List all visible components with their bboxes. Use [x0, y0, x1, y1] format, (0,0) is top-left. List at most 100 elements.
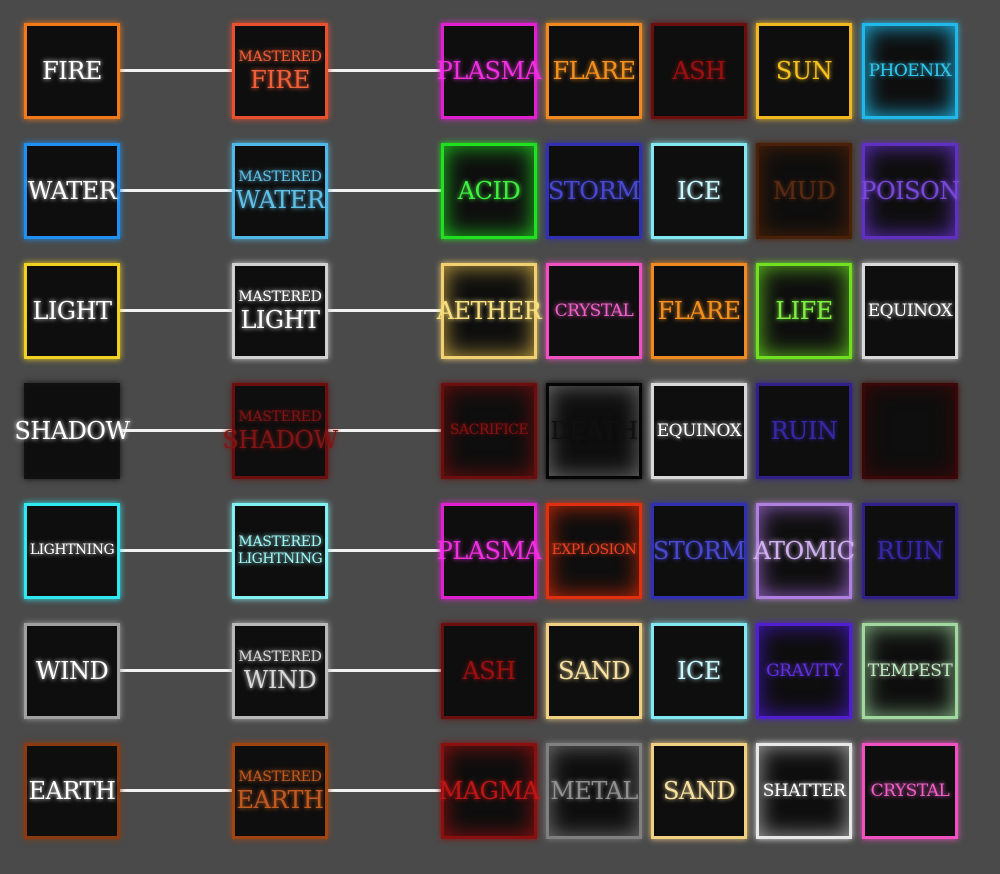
element-label: GRAVITY [766, 660, 842, 681]
connector-line [120, 69, 232, 72]
combo-element-storm: STORM [651, 503, 747, 599]
combo-element-equinox: EQUINOX [862, 263, 958, 359]
element-label: ASH [672, 56, 726, 85]
element-label: LIGHTNING [29, 542, 115, 559]
connector-line [328, 669, 441, 672]
combo-element-plasma: PLASMA [437, 503, 542, 599]
element-label: LIGHT [240, 305, 320, 334]
element-label: PLASMA [436, 56, 542, 85]
element-label: ICE [677, 656, 721, 685]
element-label: FIRE [42, 56, 102, 85]
connector-line [120, 189, 232, 192]
element-label: STORM [652, 536, 746, 565]
element-label: FLARE [552, 56, 636, 85]
combo-element-ash: ASH [651, 23, 747, 119]
element-label: WIND [243, 665, 317, 694]
combo-element-atomic: ATOMIC [753, 503, 855, 599]
mastered-element-fire: MASTERED FIRE [232, 23, 328, 119]
element-label: SHADOW [222, 425, 338, 454]
combo-element-sand: SAND [546, 623, 642, 719]
combo-element-sacrifice: SACRIFICE [441, 383, 537, 479]
combo-element-equinox: EQUINOX [651, 383, 747, 479]
mastered-element-earth: MASTERED EARTH [232, 743, 328, 839]
mastered-element-shadow: MASTERED SHADOW [222, 383, 338, 479]
base-element-shadow: SHADOW [14, 383, 130, 479]
element-label: CRYSTAL [870, 780, 950, 801]
element-label: SAND [662, 776, 736, 805]
connector-line [120, 549, 232, 552]
combo-element-poison: POISON [860, 143, 960, 239]
element-label: SHADOW [14, 416, 130, 445]
combo-element-sand: SAND [651, 743, 747, 839]
combo-element-magma: MAGMA [438, 743, 540, 839]
combo-element-ash: ASH [441, 623, 537, 719]
element-label: LIFE [775, 296, 833, 325]
element-label: SACRIFICE [449, 422, 529, 439]
element-label: PLASMA [436, 536, 542, 565]
connector-line [328, 189, 441, 192]
element-label: ACID [457, 176, 521, 205]
combo-element-flare: FLARE [546, 23, 642, 119]
element-label: SHATTER [762, 780, 846, 801]
element-label: RUIN [770, 416, 838, 445]
element-label: TEMPEST [867, 660, 953, 681]
combo-element-ruin: RUIN [756, 383, 852, 479]
element-label: DEATH [550, 416, 638, 445]
base-element-fire: FIRE [24, 23, 120, 119]
element-label: WIND [35, 656, 109, 685]
combo-element-phoenix: PHOENIX [862, 23, 958, 119]
connector-line [328, 789, 441, 792]
mastered-element-water: MASTERED WATER [232, 143, 328, 239]
element-label: SUN [775, 56, 833, 85]
element-label: WATER [235, 185, 325, 214]
element-label: PHOENIX [868, 60, 952, 81]
base-element-earth: EARTH [24, 743, 120, 839]
connector-line [120, 669, 232, 672]
combo-element-gravity: GRAVITY [756, 623, 852, 719]
element-label: ASH [462, 656, 516, 685]
element-label: EQUINOX [656, 420, 742, 441]
combo-element-ruin: RUIN [862, 503, 958, 599]
element-label: STORM [547, 176, 641, 205]
mastered-prefix: MASTERED [238, 168, 322, 185]
connector-line [120, 309, 232, 312]
combo-element-explosion: EXPLOSION [546, 503, 642, 599]
element-label: RUIN [876, 536, 944, 565]
element-label: FLARE [657, 296, 741, 325]
mastered-element-light: MASTERED LIGHT [232, 263, 328, 359]
element-label: MUD [772, 176, 836, 205]
connector-line [328, 309, 441, 312]
combo-element-plasma: PLASMA [437, 23, 542, 119]
combo-element-metal: METAL [546, 743, 642, 839]
element-label: WATER [27, 176, 117, 205]
combo-element-life: LIFE [756, 263, 852, 359]
connector-line [328, 69, 441, 72]
combo-element-ice: ICE [651, 623, 747, 719]
connector-line [120, 789, 232, 792]
element-label: EARTH [236, 785, 324, 814]
combo-element-ice: ICE [651, 143, 747, 239]
mastered-prefix: MASTERED [238, 408, 322, 425]
element-label: ATOMIC [753, 536, 855, 565]
combo-element-shatter: SHATTER [756, 743, 852, 839]
element-label: FIRE [250, 65, 310, 94]
element-label: EXPLOSION [551, 542, 637, 559]
connector-line [120, 429, 232, 432]
combo-element-flare: FLARE [651, 263, 747, 359]
combo-element-sun: SUN [756, 23, 852, 119]
combo-element [862, 383, 958, 479]
element-label: MAGMA [438, 776, 540, 805]
mastered-prefix: MASTERED [238, 648, 322, 665]
element-label: LIGHT [32, 296, 112, 325]
combo-element-mud: MUD [756, 143, 852, 239]
mastered-element-wind: MASTERED WIND [232, 623, 328, 719]
base-element-wind: WIND [24, 623, 120, 719]
combo-element-tempest: TEMPEST [862, 623, 958, 719]
combo-element-storm: STORM [546, 143, 642, 239]
mastered-prefix: MASTERED [238, 48, 322, 65]
mastered-prefix: MASTERED [238, 288, 322, 305]
mastered-prefix: MASTERED [238, 534, 322, 551]
base-element-lightning: LIGHTNING [24, 503, 120, 599]
element-label: LIGHTNING [237, 551, 323, 568]
element-label: AETHER [436, 296, 542, 325]
